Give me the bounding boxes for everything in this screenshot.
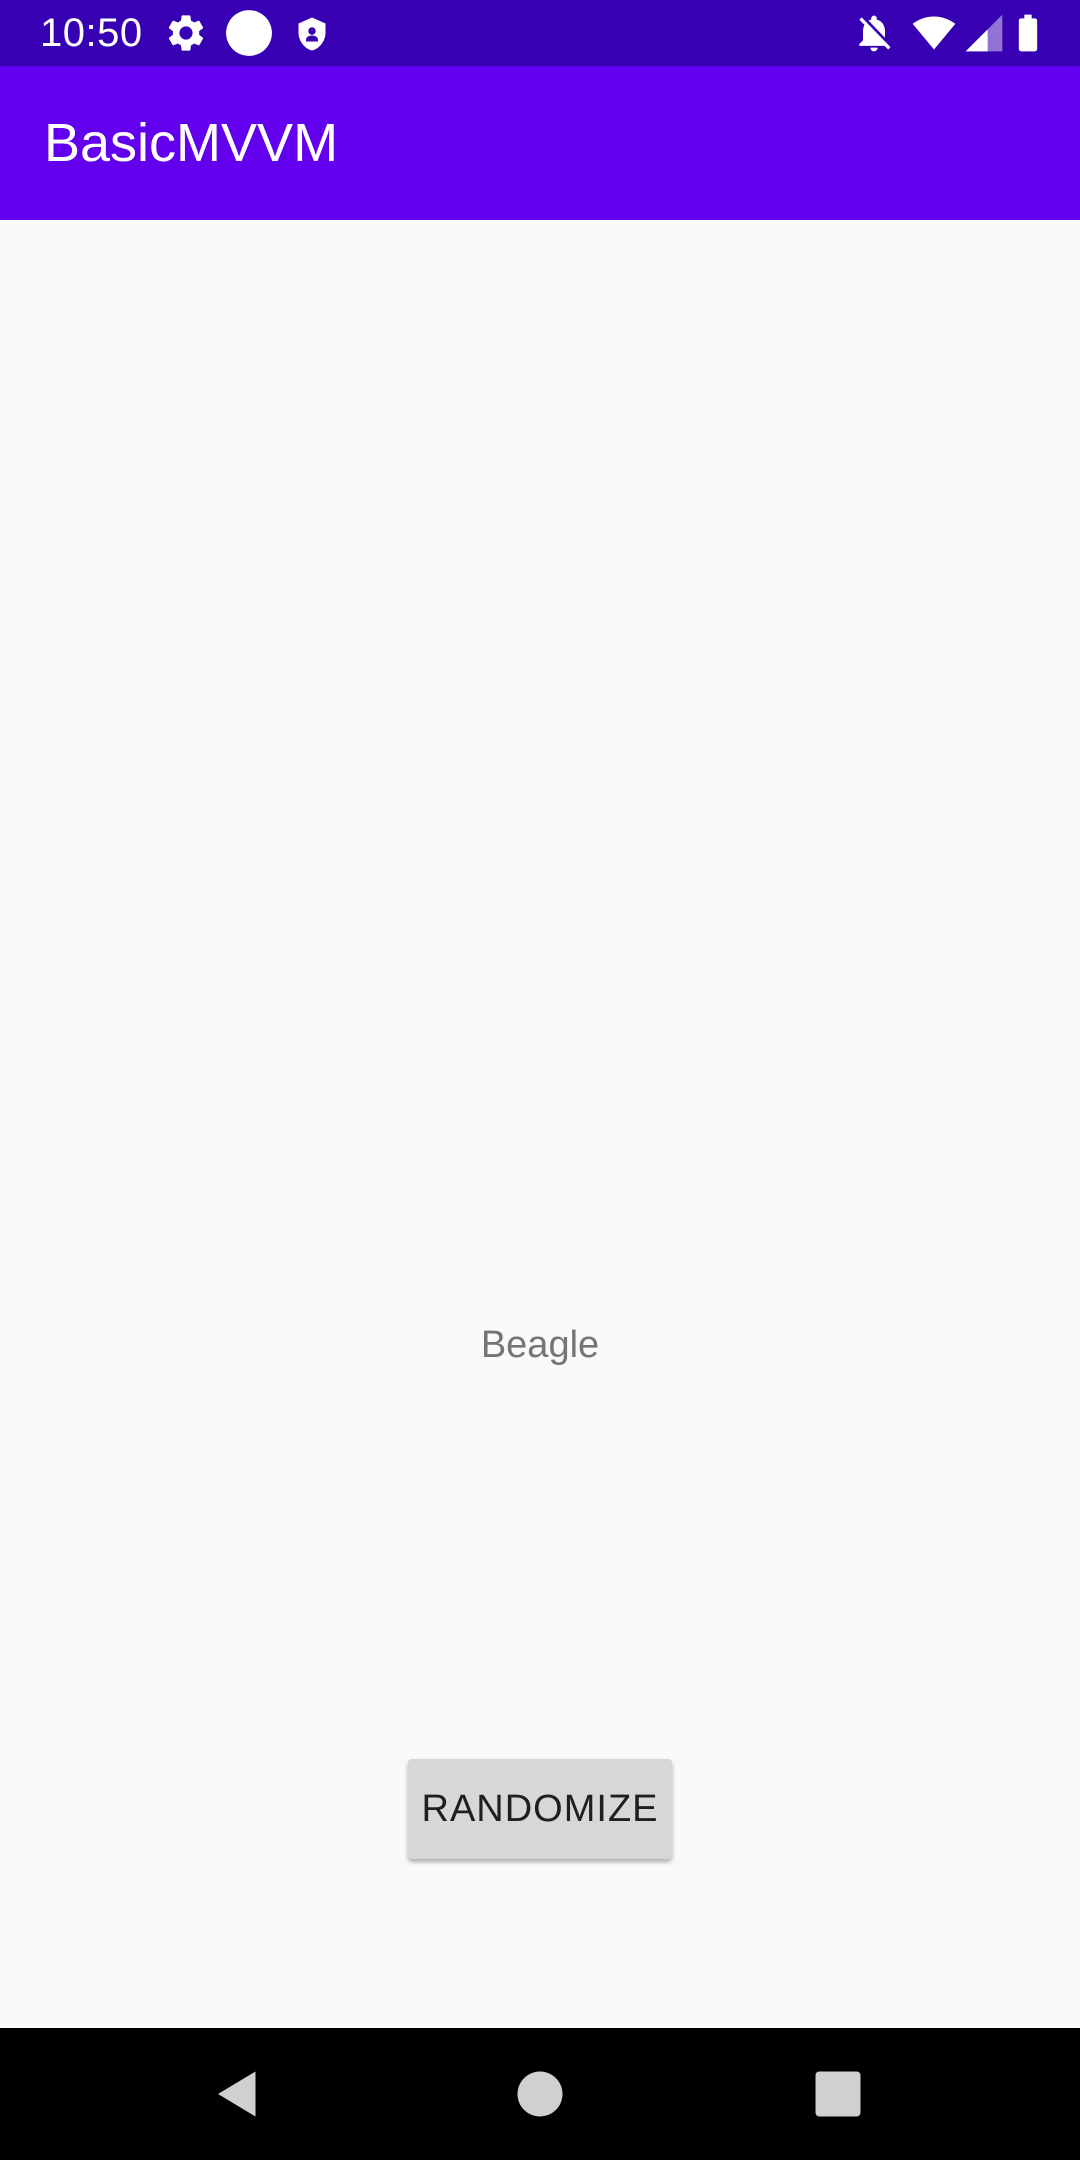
shield-icon: [294, 16, 330, 52]
circle-icon: [224, 8, 274, 58]
app-bar: BasicMVVM: [0, 66, 1080, 220]
status-bar: 10:50: [0, 0, 1080, 66]
gear-icon: [164, 11, 208, 55]
randomize-button[interactable]: RANDOMIZE: [408, 1759, 672, 1859]
battery-icon: [1006, 11, 1050, 55]
main-content: Beagle RANDOMIZE: [0, 220, 1080, 2028]
navigation-bar: [0, 2028, 1080, 2160]
recents-icon[interactable]: [808, 2064, 868, 2124]
home-icon[interactable]: [510, 2064, 570, 2124]
status-time: 10:50: [40, 11, 143, 55]
breed-text: Beagle: [480, 1324, 600, 1366]
cell-signal-icon: [962, 11, 1006, 55]
notifications-off-icon: [852, 11, 896, 55]
back-icon[interactable]: [208, 2064, 268, 2124]
wifi-icon: [912, 11, 956, 55]
app-title: BasicMVVM: [44, 113, 339, 173]
